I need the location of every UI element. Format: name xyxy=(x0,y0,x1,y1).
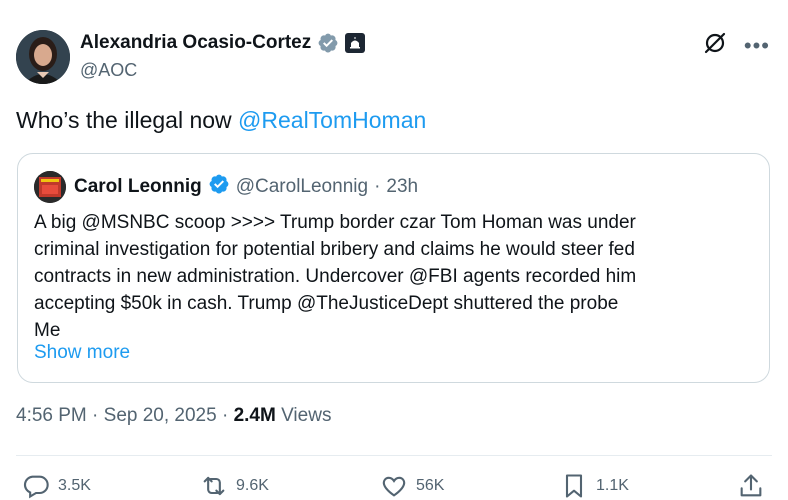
author-name-row: Alexandria Ocasio-Cortez xyxy=(80,32,366,54)
repost-button[interactable]: 9.6K xyxy=(200,472,269,500)
tweet-text: Who’s the illegal now @RealTomHoman xyxy=(16,107,426,134)
quoted-text-line: accepting $50k in cash. Trump @TheJustic… xyxy=(34,293,619,314)
more-icon[interactable]: ••• xyxy=(744,34,770,57)
show-more-link[interactable]: Show more xyxy=(34,342,130,364)
action-bar: 3.5K 9.6K 56K 1.1K xyxy=(0,470,788,500)
like-count: 56K xyxy=(416,477,445,494)
tweet-text-prefix: Who’s the illegal now xyxy=(16,107,239,133)
repost-count: 9.6K xyxy=(236,477,269,494)
quoted-text-line: A big @MSNBC scoop >>>> Trump border cza… xyxy=(34,212,636,233)
quoted-text-line: criminal investigation for potential bri… xyxy=(34,239,635,260)
verified-badge-icon[interactable] xyxy=(317,32,339,54)
government-badge-icon xyxy=(345,33,366,53)
tweet-mention-link[interactable]: @RealTomHoman xyxy=(238,107,426,133)
author-handle[interactable]: @AOC xyxy=(80,60,137,81)
quoted-author-avatar[interactable] xyxy=(34,171,66,203)
divider xyxy=(16,455,772,456)
quoted-timestamp[interactable]: 23h xyxy=(386,176,418,198)
views-label: Views xyxy=(275,405,332,426)
quoted-tweet-body: A big @MSNBC scoop >>>> Trump border cza… xyxy=(34,209,754,344)
quoted-verified-badge-icon xyxy=(208,173,230,201)
views-count: 2.4M xyxy=(233,405,276,426)
quoted-author-name[interactable]: Carol Leonnig xyxy=(74,176,202,198)
bookmark-button[interactable]: 1.1K xyxy=(560,472,629,500)
share-button[interactable] xyxy=(737,472,765,500)
quoted-author-handle[interactable]: @CarolLeonnig xyxy=(236,176,368,198)
top-right-controls: ••• xyxy=(702,30,770,61)
author-avatar[interactable] xyxy=(16,30,70,84)
like-button[interactable]: 56K xyxy=(380,472,444,500)
bookmark-count: 1.1K xyxy=(596,477,629,494)
author-name[interactable]: Alexandria Ocasio-Cortez xyxy=(80,32,311,54)
quoted-tweet[interactable]: Carol Leonnig @CarolLeonnig · 23h A big … xyxy=(17,153,770,383)
quoted-text-line: contracts in new administration. Underco… xyxy=(34,266,637,287)
like-icon xyxy=(382,476,406,497)
grok-icon[interactable] xyxy=(702,30,728,61)
reply-button[interactable]: 3.5K xyxy=(22,472,91,500)
bookmark-icon xyxy=(565,474,583,498)
tweet-timestamp[interactable]: 4:56 PM · Sep 20, 2025 · xyxy=(16,405,234,426)
reply-count: 3.5K xyxy=(58,477,91,494)
tweet-meta: 4:56 PM · Sep 20, 2025 · 2.4M Views xyxy=(16,405,331,427)
quoted-separator: · xyxy=(374,176,381,197)
repost-icon xyxy=(203,476,225,496)
share-icon xyxy=(740,474,762,497)
quoted-text-line: Me xyxy=(34,320,61,341)
quoted-tweet-header: Carol Leonnig @CarolLeonnig · 23h xyxy=(34,171,418,203)
reply-icon xyxy=(23,475,49,499)
